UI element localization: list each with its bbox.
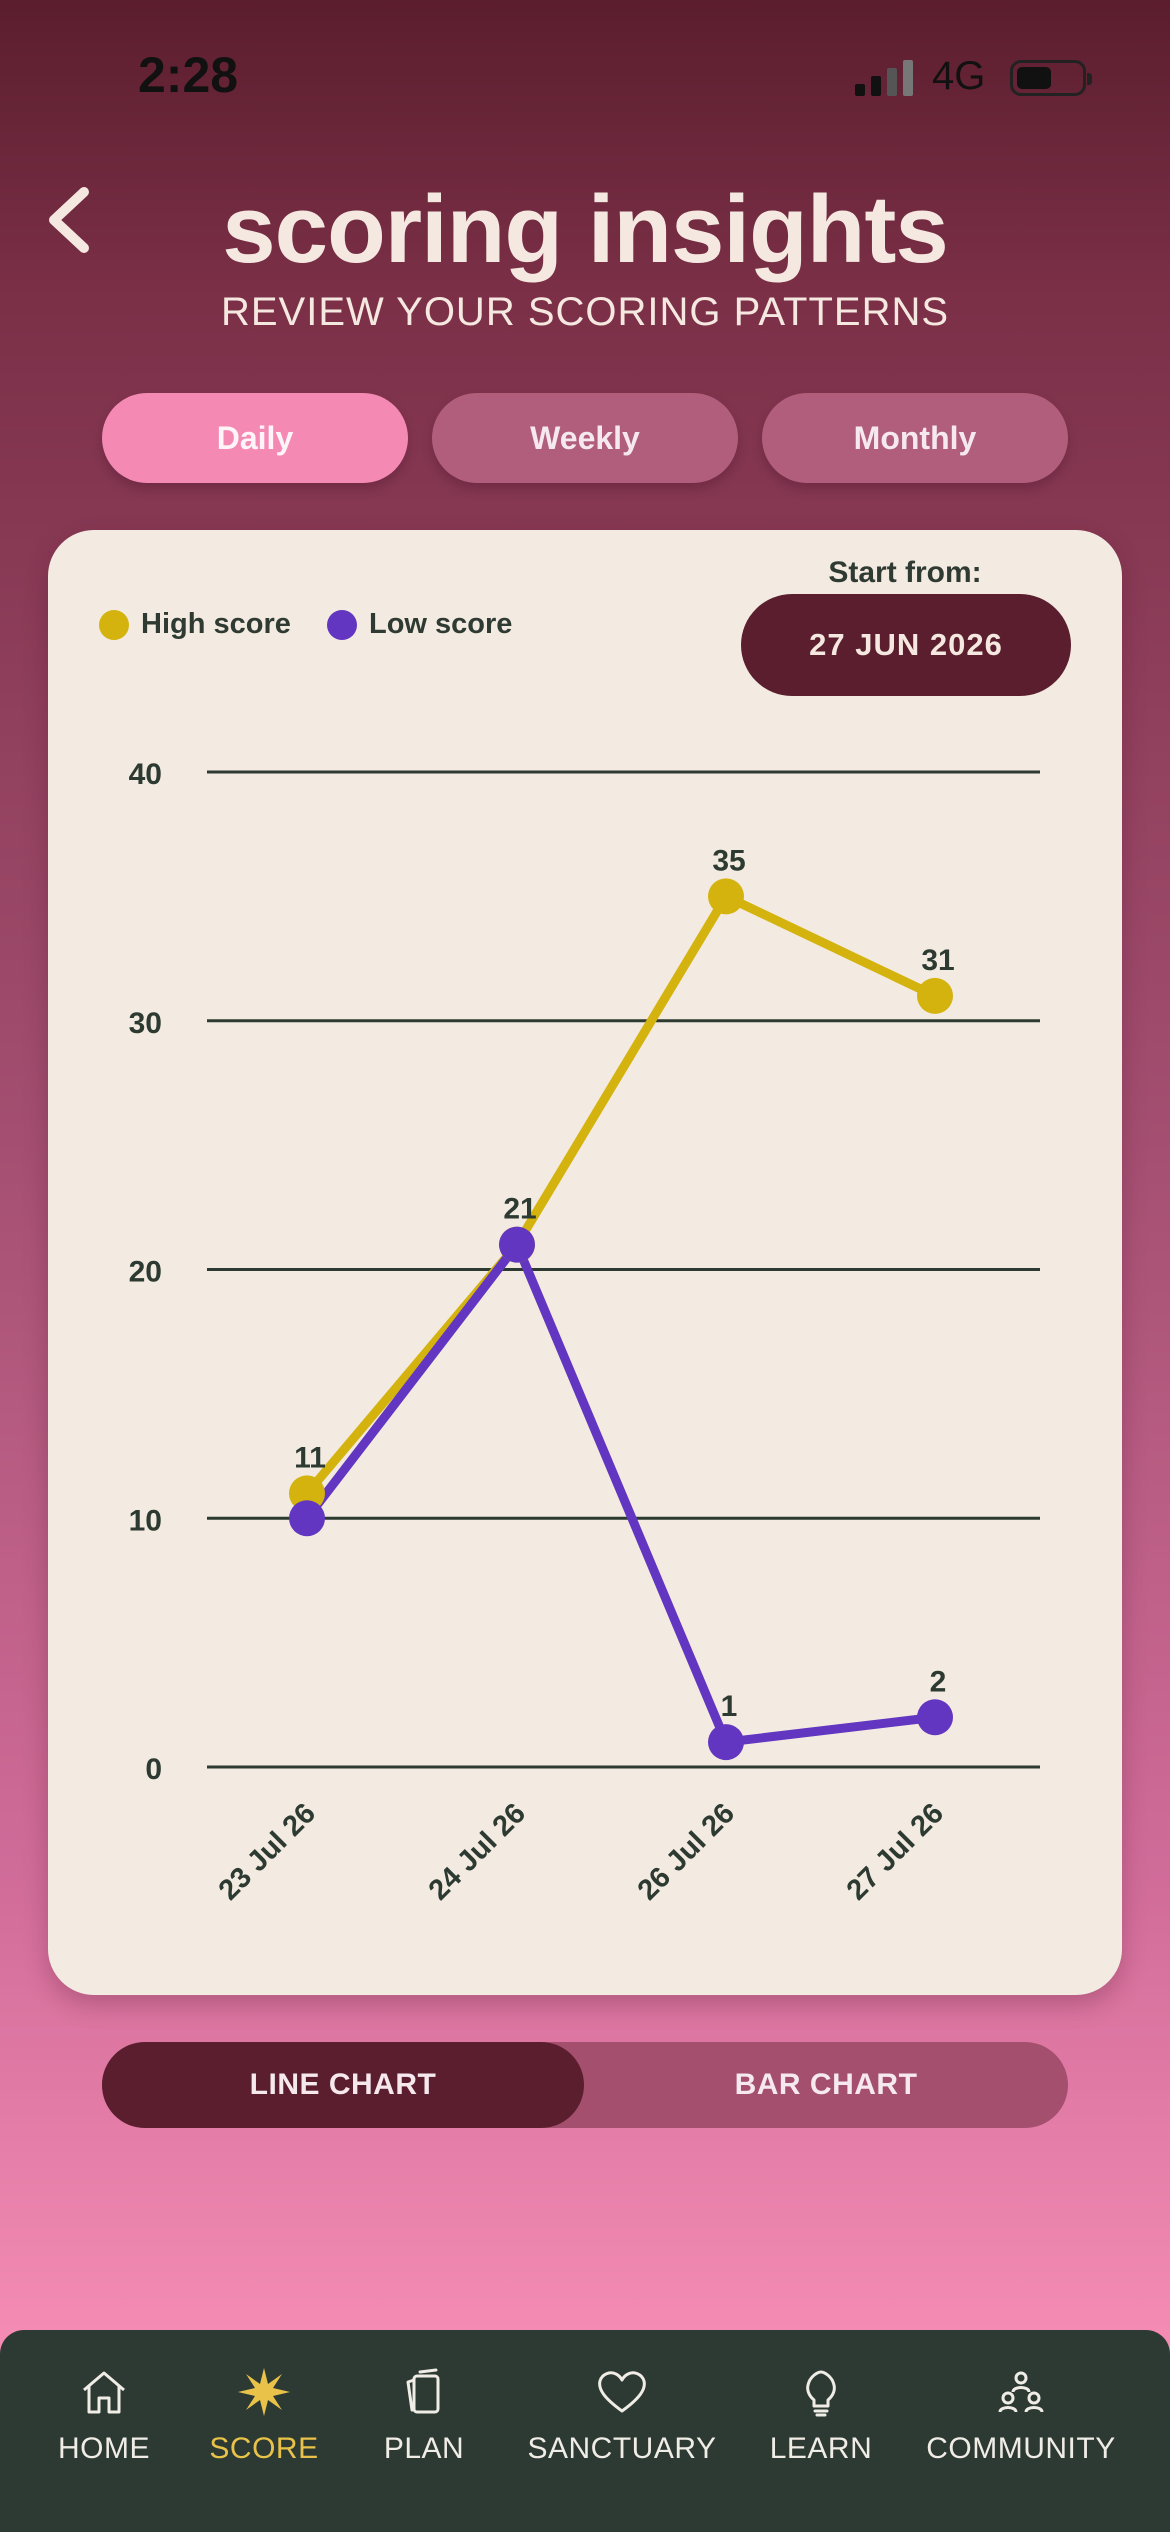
nav-community-label: COMMUNITY	[926, 2432, 1116, 2465]
bar-chart-button[interactable]: BAR CHART	[584, 2042, 1068, 2128]
nav-score-label: SCORE	[209, 2432, 319, 2465]
community-icon	[998, 2371, 1044, 2413]
nav-score[interactable]: SCORE	[194, 2330, 334, 2532]
cellular-signal-icon	[855, 60, 917, 96]
network-type: 4G	[932, 54, 986, 98]
page-title: scoring insights	[222, 176, 948, 283]
page-subtitle: REVIEW YOUR SCORING PATTERNS	[220, 290, 950, 334]
nav-community[interactable]: COMMUNITY	[906, 2330, 1136, 2532]
tab-daily[interactable]: Daily	[102, 393, 408, 483]
legend-low-dot	[327, 609, 357, 640]
nav-learn-label: LEARN	[769, 2432, 873, 2465]
cards-icon	[406, 2368, 440, 2414]
start-from-label: Start from:	[828, 556, 982, 589]
nav-sanctuary[interactable]: SANCTUARY	[514, 2330, 730, 2532]
status-time: 2:28	[138, 47, 239, 103]
legend-high-dot	[99, 609, 129, 640]
tab-monthly[interactable]: Monthly	[762, 393, 1068, 483]
nav-home-label: HOME	[58, 2432, 150, 2465]
chart-card	[48, 530, 1122, 1995]
chart-type-toggle: LINE CHART BAR CHART	[102, 2042, 1068, 2128]
battery-icon	[1010, 60, 1092, 96]
lightbulb-icon	[806, 2370, 836, 2417]
start-date-picker[interactable]: 27 JUN 2026	[741, 594, 1071, 696]
heart-icon	[598, 2371, 646, 2413]
legend-high-score: High score	[99, 608, 291, 641]
nav-sanctuary-label: SANCTUARY	[527, 2432, 717, 2465]
bottom-nav: HOME SCORE PLAN SANCTUARY LEARN COMMUNIT…	[0, 2330, 1170, 2532]
legend-high-label: High score	[141, 608, 291, 640]
legend-low-score: Low score	[327, 608, 512, 641]
legend-low-label: Low score	[369, 608, 513, 640]
star-burst-icon	[238, 2368, 290, 2416]
home-icon	[83, 2371, 125, 2414]
status-bar: 2:28 4G	[0, 0, 1170, 150]
tab-weekly[interactable]: Weekly	[432, 393, 738, 483]
nav-learn[interactable]: LEARN	[751, 2330, 891, 2532]
nav-plan-label: PLAN	[383, 2432, 465, 2465]
nav-plan[interactable]: PLAN	[354, 2330, 494, 2532]
line-chart-button[interactable]: LINE CHART	[102, 2042, 584, 2128]
nav-home[interactable]: HOME	[34, 2330, 174, 2532]
